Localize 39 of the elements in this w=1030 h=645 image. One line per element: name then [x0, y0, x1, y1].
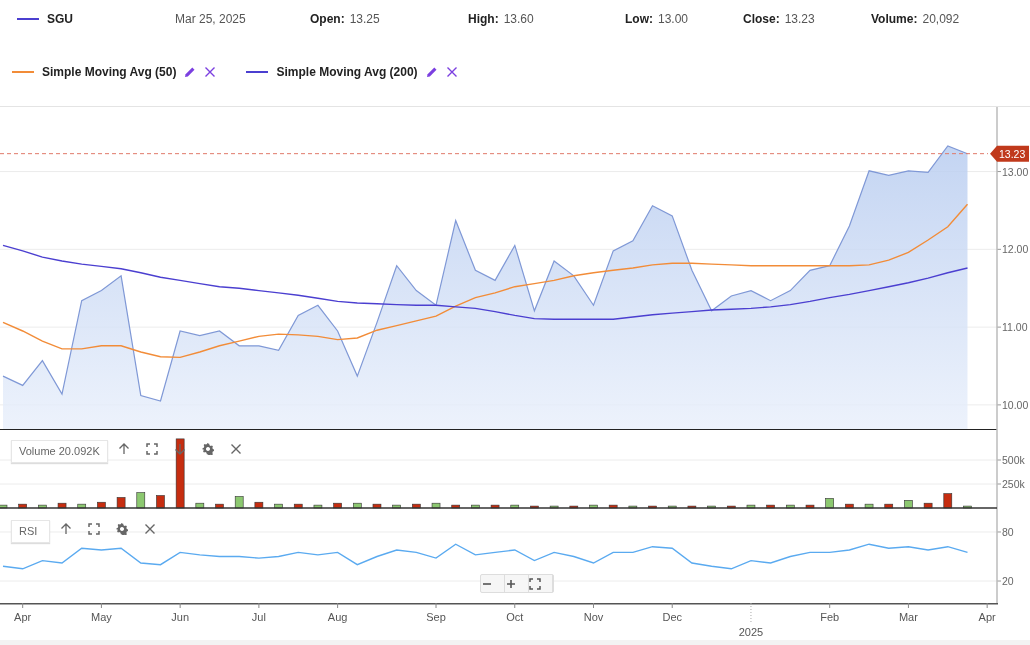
ref-line-label: 13.23	[999, 147, 1026, 160]
quote-field-value: 13.23	[784, 11, 815, 28]
quote-field-value: 13.60	[503, 11, 534, 28]
axis-tick-label: Feb	[820, 611, 840, 623]
axis-tick-label: May	[91, 611, 112, 623]
axis-tick-label: 80	[1002, 526, 1014, 538]
axis-tick-label: Oct	[506, 611, 524, 623]
axis-tick-label: Jul	[251, 611, 266, 623]
quote-field-label: Close:	[743, 11, 780, 28]
axis-tick-label: Dec	[662, 611, 682, 623]
quote-field-label: High:	[468, 11, 499, 28]
quote-field-value: 13.25	[349, 11, 380, 28]
axis-tick-label: 10.00	[1002, 398, 1029, 411]
panel-label: RSI	[11, 520, 51, 543]
axis-tick-label: Sep	[426, 611, 446, 623]
axis-tick-label: Mar	[898, 611, 918, 623]
quote-field-label: Low:	[625, 11, 653, 28]
axis-tick-label: Jun	[171, 611, 189, 623]
axis-tick-label: 20	[1002, 575, 1014, 587]
axis-tick-label: Apr	[14, 611, 32, 623]
axis-tick-label: Nov	[583, 611, 604, 623]
quote-field-value: 20,092	[922, 11, 960, 28]
axis-tick-label: Apr	[978, 611, 996, 623]
axis-year-label: 2025	[738, 626, 764, 638]
axis-tick-label: 250k	[1002, 478, 1025, 490]
quote-field-value: 13.00	[658, 11, 689, 28]
quote-field-label: Volume:	[871, 11, 918, 28]
indicator-label: Simple Moving Avg (200)	[276, 64, 418, 81]
symbol-label: SGU	[47, 11, 73, 28]
quote-date: Mar 25, 2025	[175, 11, 247, 28]
quote-field-label: Open:	[310, 11, 345, 28]
last-price-tag: 13.23	[990, 145, 1029, 162]
axis-tick-label: 500k	[1002, 454, 1025, 466]
axis-tick-label: Aug	[327, 611, 348, 623]
axis-tick-label: 12.00	[1002, 243, 1029, 256]
axis-tick-label: 11.00	[1002, 321, 1028, 334]
axis-tick-label: 13.00	[1002, 165, 1029, 178]
panel-label: Volume 20.092K	[11, 440, 108, 463]
indicator-label: Simple Moving Avg (50)	[42, 64, 177, 81]
